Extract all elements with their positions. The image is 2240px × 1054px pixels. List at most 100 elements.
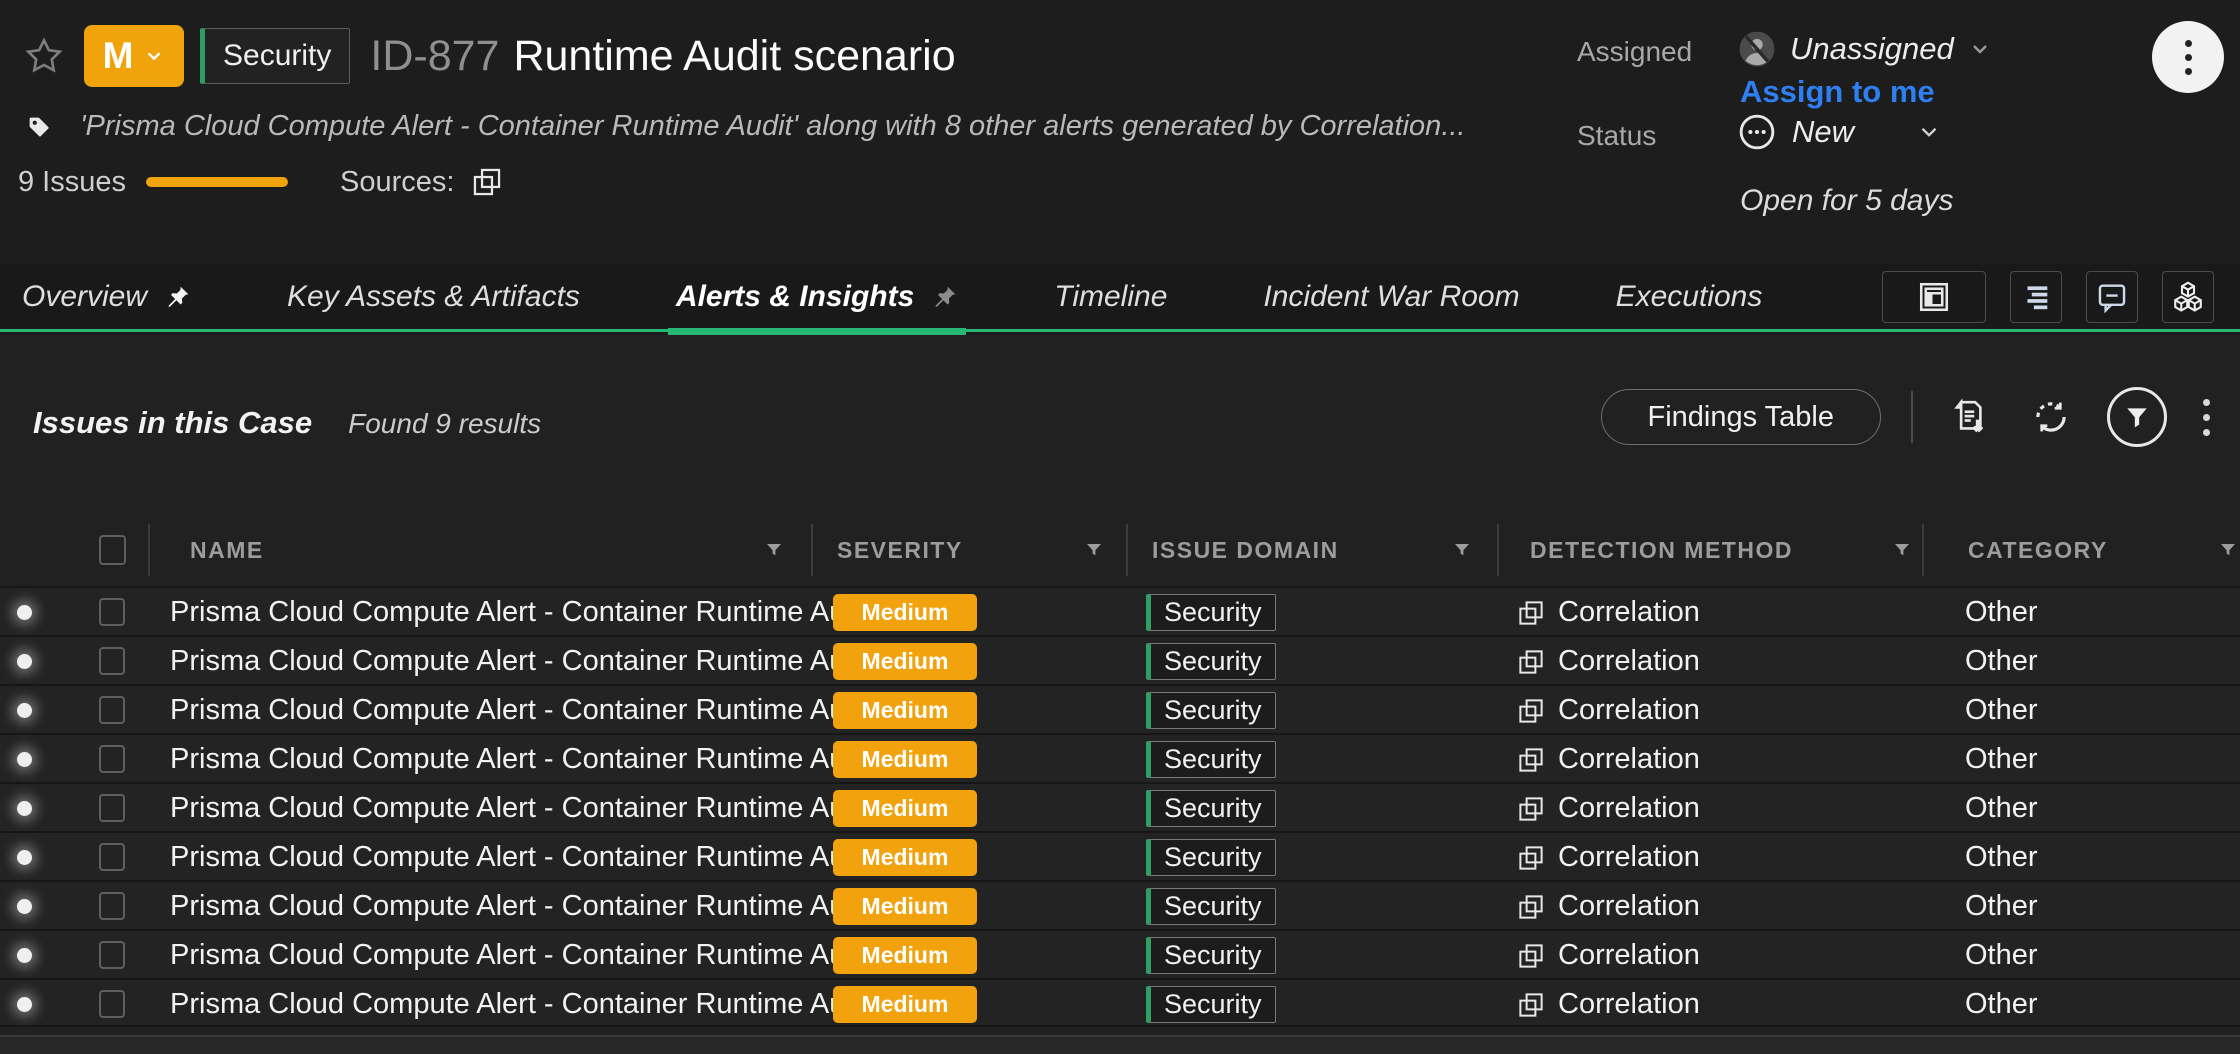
filter-funnel-icon[interactable]: [762, 538, 786, 562]
detection-method-label: Correlation: [1558, 596, 1700, 629]
tab-timeline[interactable]: Timeline: [1054, 264, 1167, 329]
tab-label: Incident War Room: [1263, 280, 1519, 314]
table-row[interactable]: Prisma Cloud Compute Alert - Container R…: [0, 586, 2240, 635]
column-header-issue-domain[interactable]: ISSUE DOMAIN: [1152, 514, 1339, 586]
column-header-severity[interactable]: SEVERITY: [837, 514, 963, 586]
column-header-category[interactable]: CATEGORY: [1968, 514, 2108, 586]
open-duration: Open for 5 days: [1740, 184, 1953, 218]
column-separator: [1922, 524, 1924, 576]
pushpin-icon: [932, 284, 958, 310]
severity-badge: Medium: [833, 643, 977, 680]
filter-funnel-icon[interactable]: [1450, 538, 1474, 562]
column-separator: [811, 524, 813, 576]
column-header-detection-method[interactable]: DETECTION METHOD: [1530, 514, 1793, 586]
row-checkbox[interactable]: [99, 892, 125, 920]
tab-alerts-insights[interactable]: Alerts & Insights: [676, 264, 958, 329]
row-checkbox[interactable]: [99, 794, 125, 822]
tab-executions[interactable]: Executions: [1616, 264, 1763, 329]
tab-label: Executions: [1616, 280, 1763, 314]
correlation-icon: [1516, 598, 1546, 628]
table-row[interactable]: Prisma Cloud Compute Alert - Container R…: [0, 782, 2240, 831]
issue-domain-tag: Security: [1146, 594, 1276, 631]
priority-dropdown[interactable]: M: [84, 25, 184, 87]
table-row[interactable]: Prisma Cloud Compute Alert - Container R…: [0, 929, 2240, 978]
refresh-button[interactable]: [2025, 391, 2077, 443]
column-header-name[interactable]: NAME: [190, 514, 264, 586]
table-header: NAME SEVERITY ISSUE DOMAIN DETECTION MET…: [0, 514, 2240, 586]
unread-dot-icon: [17, 948, 32, 963]
case-description: 'Prisma Cloud Compute Alert - Container …: [80, 110, 1466, 143]
tab-label: Alerts & Insights: [676, 280, 914, 314]
severity-badge: Medium: [833, 692, 977, 729]
cubes-button[interactable]: [2162, 271, 2214, 323]
table-row[interactable]: Prisma Cloud Compute Alert - Container R…: [0, 733, 2240, 782]
case-page: M Security ID-877 Runtime Audit scenario…: [0, 0, 2240, 1054]
table-row[interactable]: Prisma Cloud Compute Alert - Container R…: [0, 831, 2240, 880]
unread-dot-icon: [17, 605, 32, 620]
correlation-icon: [1516, 696, 1546, 726]
row-checkbox[interactable]: [99, 598, 125, 626]
row-checkbox[interactable]: [99, 843, 125, 871]
row-checkbox[interactable]: [99, 745, 125, 773]
chevron-down-icon: [1968, 37, 1992, 61]
select-all-checkbox[interactable]: [99, 535, 126, 565]
status-dropdown[interactable]: New: [1738, 113, 1942, 151]
row-name: Prisma Cloud Compute Alert - Container R…: [170, 784, 876, 833]
tab-overview[interactable]: Overview: [22, 264, 191, 329]
star-button[interactable]: [22, 34, 66, 78]
row-checkbox[interactable]: [99, 990, 125, 1018]
detection-method-cell: Correlation: [1516, 882, 1700, 931]
row-checkbox[interactable]: [99, 696, 125, 724]
table-row[interactable]: Prisma Cloud Compute Alert - Container R…: [0, 635, 2240, 684]
findings-table-button[interactable]: Findings Table: [1601, 389, 1881, 445]
category-label: Other: [1965, 882, 2038, 931]
assign-to-me-link[interactable]: Assign to me: [1740, 74, 1935, 110]
filter-funnel-icon[interactable]: [1890, 538, 1914, 562]
avatar-unassigned-icon: [1738, 30, 1776, 68]
table-menu-button[interactable]: [2197, 393, 2216, 442]
table-row[interactable]: Prisma Cloud Compute Alert - Container R…: [0, 880, 2240, 929]
unread-dot-icon: [17, 850, 32, 865]
filter-funnel-icon[interactable]: [2216, 538, 2240, 562]
tab-key-assets-artifacts[interactable]: Key Assets & Artifacts: [287, 264, 580, 329]
table-row[interactable]: Prisma Cloud Compute Alert - Container R…: [0, 684, 2240, 733]
unread-dot-icon: [17, 703, 32, 718]
filter-funnel-icon[interactable]: [1082, 538, 1106, 562]
correlation-icon: [1516, 745, 1546, 775]
case-actions-menu-button[interactable]: [2152, 21, 2224, 93]
copy-icon[interactable]: [470, 165, 504, 199]
layout-panel-button[interactable]: [1882, 271, 1986, 323]
row-name: Prisma Cloud Compute Alert - Container R…: [170, 882, 876, 931]
detection-method-label: Correlation: [1558, 988, 1700, 1021]
export-button[interactable]: [1943, 391, 1995, 443]
tab-list: Overview Key Assets & Artifacts Alerts &…: [0, 264, 1762, 329]
table-body: Prisma Cloud Compute Alert - Container R…: [0, 586, 2240, 1027]
assigned-label: Assigned: [1577, 36, 1692, 68]
category-label: Other: [1965, 980, 2038, 1029]
severity-badge: Medium: [833, 888, 977, 925]
table-row[interactable]: Prisma Cloud Compute Alert - Container R…: [0, 978, 2240, 1027]
title-row: M Security ID-877 Runtime Audit scenario: [22, 24, 956, 88]
status-circle-dots-icon: [1738, 113, 1776, 151]
case-header: M Security ID-877 Runtime Audit scenario…: [0, 0, 2240, 264]
row-name: Prisma Cloud Compute Alert - Container R…: [170, 735, 876, 784]
layout-panel-icon: [1916, 279, 1952, 315]
detection-method-cell: Correlation: [1516, 637, 1700, 686]
row-checkbox[interactable]: [99, 647, 125, 675]
issues-severity-bar: [146, 177, 288, 187]
column-separator: [148, 524, 150, 576]
row-name: Prisma Cloud Compute Alert - Container R…: [170, 637, 876, 686]
status-value: New: [1792, 114, 1854, 150]
row-checkbox[interactable]: [99, 941, 125, 969]
detection-method-label: Correlation: [1558, 939, 1700, 972]
comment-button[interactable]: [2086, 271, 2138, 323]
case-type-label: Security: [223, 39, 331, 73]
assignee-dropdown[interactable]: Unassigned: [1738, 30, 1992, 68]
tab-incident-war-room[interactable]: Incident War Room: [1263, 264, 1519, 329]
export-document-icon: [1948, 396, 1990, 438]
detection-method-label: Correlation: [1558, 645, 1700, 678]
horizontal-scrollbar-track[interactable]: [0, 1035, 2240, 1054]
section-head: Issues in this Case Found 9 results: [33, 405, 541, 441]
filter-button[interactable]: [2107, 387, 2167, 447]
align-lines-button[interactable]: [2010, 271, 2062, 323]
